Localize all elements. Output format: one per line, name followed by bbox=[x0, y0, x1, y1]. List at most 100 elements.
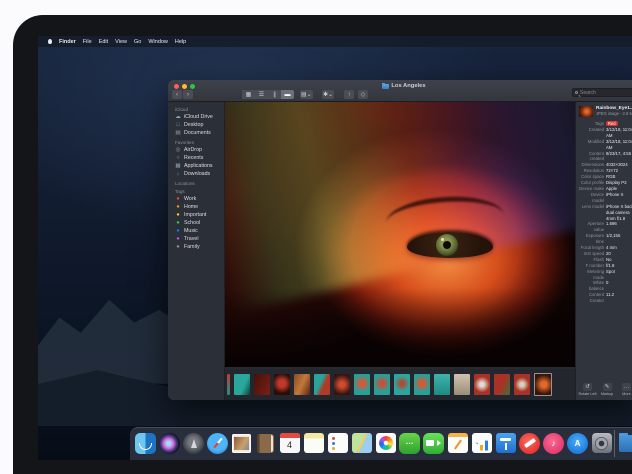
dock-icon-pages[interactable] bbox=[446, 432, 469, 455]
dock-icon-mail[interactable] bbox=[230, 432, 253, 455]
metadata-row: White balance 0 bbox=[579, 280, 632, 292]
metadata-value: 1.696 bbox=[606, 221, 632, 233]
sidebar-item-tag-work[interactable]: ●Work bbox=[168, 195, 224, 203]
thumbnail[interactable] bbox=[534, 373, 552, 396]
quick-action-label: Markup bbox=[601, 392, 613, 396]
close-button[interactable] bbox=[174, 84, 179, 89]
sidebar-item-documents[interactable]: ▤Documents bbox=[168, 129, 224, 137]
tag-button[interactable]: ◇ bbox=[358, 90, 368, 99]
photo-preview[interactable] bbox=[225, 102, 575, 367]
menu-item[interactable]: Edit bbox=[99, 39, 108, 45]
menu-item[interactable]: View bbox=[115, 39, 127, 45]
marketing-image: Finder File Edit View Go Window Help ‹ › ▦☰ bbox=[0, 0, 632, 474]
dock-icon-finder[interactable] bbox=[134, 432, 157, 455]
dock-icon-safari[interactable] bbox=[206, 432, 229, 455]
thumbnail[interactable] bbox=[234, 374, 250, 395]
minimize-button[interactable] bbox=[182, 84, 187, 89]
view-mode-button-column-view[interactable]: ∥ bbox=[268, 90, 281, 99]
thumbnail[interactable] bbox=[414, 374, 430, 395]
thumbnail[interactable] bbox=[254, 374, 270, 395]
search-icon bbox=[575, 91, 578, 94]
menu-item[interactable]: Go bbox=[134, 39, 141, 45]
group-by-button[interactable]: ▤⌄ bbox=[300, 90, 313, 99]
dock-icon-reminders[interactable] bbox=[326, 432, 349, 455]
dock-icon-appstore[interactable]: A bbox=[566, 432, 589, 455]
thumbnail[interactable] bbox=[294, 374, 310, 395]
window-title-area: Los Angeles bbox=[168, 83, 632, 89]
sidebar-item-tag-important[interactable]: ●Important bbox=[168, 211, 224, 219]
view-mode-button-gallery-view[interactable]: ▬ bbox=[281, 90, 294, 99]
window-titlebar[interactable]: ‹ › ▦☰∥▬ ▤⌄ ✱⌄ ↑ ◇ Los Angeles Search bbox=[168, 80, 632, 102]
thumbnail[interactable] bbox=[227, 374, 230, 395]
action-menu-button[interactable]: ✱⌄ bbox=[322, 90, 334, 99]
dock-icon-facetime[interactable] bbox=[422, 432, 445, 455]
quick-action-markup[interactable]: ✎ Markup bbox=[598, 383, 617, 396]
dock-icon-keynote[interactable] bbox=[494, 432, 517, 455]
dock-icon-launchpad[interactable] bbox=[182, 432, 205, 455]
thumbnail[interactable] bbox=[314, 374, 330, 395]
menu-app-name[interactable]: Finder bbox=[59, 39, 76, 45]
menu-item[interactable]: Window bbox=[148, 39, 168, 45]
thumbnail[interactable] bbox=[474, 374, 490, 395]
thumbnail[interactable] bbox=[274, 374, 290, 395]
dock-icon-calendar[interactable]: 4 bbox=[278, 432, 301, 455]
sidebar-item-tag-travel[interactable]: ●Travel bbox=[168, 235, 224, 243]
metadata-value: 0 bbox=[606, 280, 632, 292]
dock-icon-photos[interactable] bbox=[374, 432, 397, 455]
thumbnail[interactable] bbox=[374, 374, 390, 395]
dock-icon-notes[interactable] bbox=[302, 432, 325, 455]
metadata-row: Modified 3/12/18, 11:04 AM bbox=[579, 139, 632, 151]
view-mode-button-icon-view[interactable]: ▦ bbox=[242, 90, 255, 99]
zoom-button[interactable] bbox=[190, 84, 195, 89]
sidebar-item-tag-school[interactable]: ●School bbox=[168, 219, 224, 227]
metadata-label: Lens model bbox=[579, 204, 606, 222]
thumbnail[interactable] bbox=[354, 374, 370, 395]
dock-icon-news[interactable] bbox=[518, 432, 541, 455]
dock-icon-sysprefs[interactable] bbox=[590, 432, 613, 455]
thumbnail[interactable] bbox=[334, 374, 350, 395]
metadata-row: Device model iPhone X bbox=[579, 192, 632, 204]
search-field[interactable]: Search bbox=[572, 88, 632, 97]
sidebar-item-desktop[interactable]: □Desktop bbox=[168, 121, 224, 129]
quick-action-more[interactable]: … More bbox=[617, 383, 632, 396]
documents-icon: ▤ bbox=[175, 130, 181, 136]
dock-icon-divider[interactable] bbox=[614, 432, 616, 455]
thumbnail[interactable] bbox=[434, 374, 450, 395]
metadata-value: iPhone X back dual camera 4mm f/1.8 bbox=[606, 204, 632, 222]
dock-icon-messages[interactable]: … bbox=[398, 432, 421, 455]
forward-button[interactable]: › bbox=[183, 90, 193, 99]
thumbnail[interactable] bbox=[394, 374, 410, 395]
sidebar-item-label: Downloads bbox=[184, 171, 210, 177]
file-thumbnail bbox=[579, 106, 593, 117]
dock-icon-maps[interactable] bbox=[350, 432, 373, 455]
dock-icon-folder[interactable] bbox=[617, 432, 632, 455]
sidebar-item-label: Family bbox=[184, 244, 200, 250]
sidebar-item-applications[interactable]: ▦Applications bbox=[168, 162, 224, 170]
view-mode-button-list-view[interactable]: ☰ bbox=[255, 90, 268, 99]
quick-actions: ↺ Rotate Left ✎ Markup … More bbox=[576, 383, 632, 396]
menu-item[interactable]: File bbox=[83, 39, 92, 45]
quick-action-rotate-left[interactable]: ↺ Rotate Left bbox=[578, 383, 597, 396]
info-panel: Rainbow_Eye1.JPG JPEG image - 2.8 MB Tag… bbox=[575, 102, 632, 400]
sidebar-item-icloud-drive[interactable]: ☁iCloud Drive bbox=[168, 113, 224, 121]
sidebar-item-tag-music[interactable]: ●Music bbox=[168, 227, 224, 235]
sidebar-item-tag-home[interactable]: ●Home bbox=[168, 203, 224, 211]
tag-work-icon: ● bbox=[175, 196, 181, 202]
apple-menu-icon[interactable] bbox=[48, 39, 52, 44]
dock-icon-numbers[interactable] bbox=[470, 432, 493, 455]
sidebar-item-downloads[interactable]: ↓Downloads bbox=[168, 170, 224, 178]
sidebar-item-tag-family[interactable]: ●Family bbox=[168, 243, 224, 251]
thumbnail[interactable] bbox=[454, 374, 470, 395]
sidebar-item-recents[interactable]: ○Recents bbox=[168, 154, 224, 162]
sidebar-item-label: Recents bbox=[184, 155, 203, 161]
menu-item[interactable]: Help bbox=[175, 39, 186, 45]
sidebar-item-airdrop[interactable]: ◎AirDrop bbox=[168, 146, 224, 154]
dock-icon-siri[interactable] bbox=[158, 432, 181, 455]
thumbnail[interactable] bbox=[494, 374, 510, 395]
back-button[interactable]: ‹ bbox=[172, 90, 182, 99]
thumbnail[interactable] bbox=[514, 374, 530, 395]
share-button[interactable]: ↑ bbox=[344, 90, 354, 99]
tag-badge[interactable]: Red bbox=[606, 121, 618, 126]
dock-icon-itunes[interactable]: ♪ bbox=[542, 432, 565, 455]
dock-icon-contacts[interactable] bbox=[254, 432, 277, 455]
